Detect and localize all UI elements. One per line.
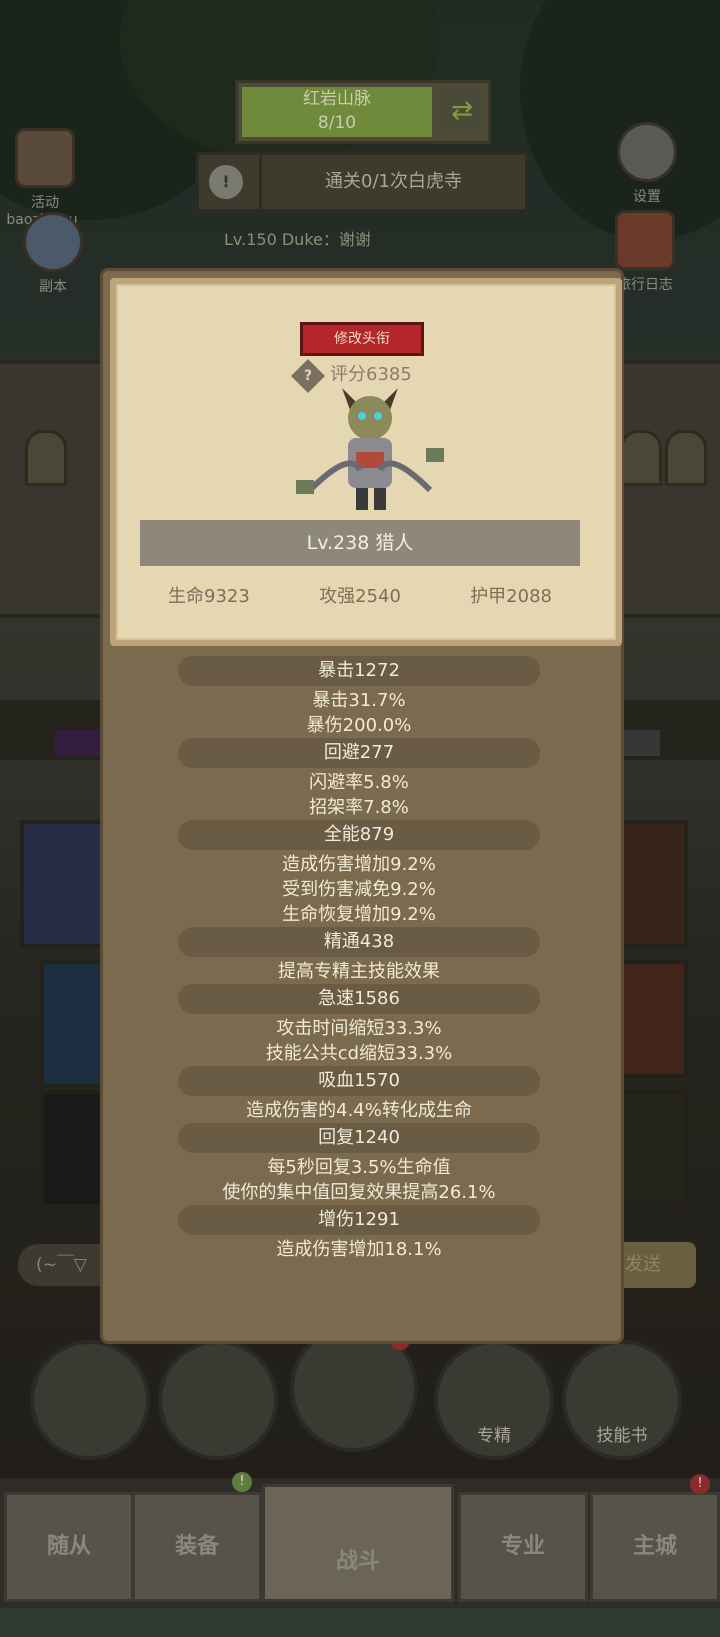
bottom-skill-row: ! 专精 技能书 <box>30 1324 700 1460</box>
hunter-avatar <box>296 388 444 510</box>
stat-header-damage-bonus: 增伤1291 <box>178 1205 540 1235</box>
activity-icon <box>15 128 75 188</box>
stat-header-regen: 回复1240 <box>178 1123 540 1153</box>
hp-stat: 生命9323 <box>168 586 250 607</box>
stat-header-crit: 暴击1272 <box>178 656 540 686</box>
gear-icon <box>617 122 677 182</box>
activity-label: 活动 <box>31 195 59 211</box>
tab-battle[interactable]: 战斗 <box>262 1484 454 1602</box>
stage-name: 红岩山脉 <box>303 89 371 109</box>
tab-main-city[interactable]: 主城 <box>590 1492 720 1602</box>
skill-book-button[interactable]: 技能书 <box>562 1340 682 1460</box>
stat-line: 闪避率5.8% <box>309 772 409 793</box>
switch-stage-icon[interactable]: ⇄ <box>440 89 484 133</box>
stat-line: 使你的集中值回复效果提高26.1% <box>222 1182 496 1203</box>
quest-text: 通关0/1次白虎寺 <box>259 155 525 209</box>
tab-followers[interactable]: 随从 <box>4 1492 134 1602</box>
skill-book-label: 技能书 <box>596 1426 648 1446</box>
stat-line: 造成伤害增加9.2% <box>282 854 436 875</box>
specialization-label: 专精 <box>477 1426 511 1446</box>
quest-bar[interactable]: ! 通关0/1次白虎寺 <box>196 152 528 212</box>
stat-line: 暴击31.7% <box>312 690 406 711</box>
settings-label: 设置 <box>633 189 661 205</box>
armor-stat: 护甲2088 <box>470 586 552 607</box>
stat-line: 生命恢复增加9.2% <box>282 904 436 925</box>
dungeon-icon <box>23 212 83 272</box>
stat-header-lifesteal: 吸血1570 <box>178 1066 540 1096</box>
book-icon <box>615 210 675 270</box>
attack-stat: 攻强2540 <box>319 586 401 607</box>
edit-title-button[interactable]: 修改头衔 <box>300 322 424 356</box>
stat-header-avoidance: 回避277 <box>178 738 540 768</box>
stat-header-haste: 急速1586 <box>178 984 540 1014</box>
exclamation-icon: ! <box>209 165 243 199</box>
stat-line: 攻击时间缩短33.3% <box>276 1018 442 1039</box>
stat-line: 造成伤害的4.4%转化成生命 <box>246 1100 472 1121</box>
stat-line: 暴伤200.0% <box>306 715 412 736</box>
equipment-alert-badge: ! <box>232 1472 252 1492</box>
potion-button[interactable] <box>30 1340 150 1460</box>
stat-line: 每5秒回复3.5%生命值 <box>267 1157 451 1178</box>
dungeon-button[interactable]: 副本 <box>18 212 88 296</box>
character-name-bar: Lv.238 猎人 <box>140 520 580 566</box>
settings-button[interactable]: 设置 <box>612 122 682 206</box>
secondary-stats-list: 暴击1272 暴击31.7% 暴伤200.0% 回避277 闪避率5.8% 招架… <box>178 656 540 1262</box>
bread-button[interactable] <box>158 1340 278 1460</box>
stage-progress[interactable]: 红岩山脉 8/10 ⇄ <box>235 80 491 144</box>
stat-line: 技能公共cd缩短33.3% <box>265 1043 453 1064</box>
stat-header-versatility: 全能879 <box>178 820 540 850</box>
main-city-alert-badge: ! <box>690 1474 710 1494</box>
stat-line: 提高专精主技能效果 <box>278 961 440 982</box>
base-stats-row: 生命9323 攻强2540 护甲2088 <box>140 582 580 608</box>
stat-line: 受到伤害减免9.2% <box>282 879 436 900</box>
dungeon-label: 副本 <box>39 279 67 295</box>
stat-line: 招架率7.8% <box>309 797 409 818</box>
specialization-button[interactable]: 专精 <box>434 1340 554 1460</box>
chat-broadcast: Lv.150 Duke：谢谢 <box>224 230 371 249</box>
stage-count: 8/10 <box>317 113 357 133</box>
stat-header-mastery: 精通438 <box>178 927 540 957</box>
tab-equipment[interactable]: 装备 <box>132 1492 262 1602</box>
stat-line: 造成伤害增加18.1% <box>276 1239 442 1260</box>
tab-profession[interactable]: 专业 <box>458 1492 588 1602</box>
bottom-nav: 随从 装备 ! 战斗 专业 主城 ! <box>0 1472 720 1608</box>
